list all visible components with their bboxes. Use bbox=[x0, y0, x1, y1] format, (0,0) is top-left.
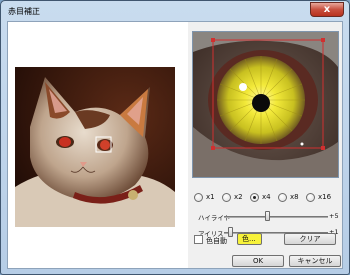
iris-slider-thumb[interactable] bbox=[228, 227, 233, 237]
zoom-preview[interactable] bbox=[192, 31, 339, 178]
color-button[interactable]: 色... bbox=[237, 233, 262, 245]
title-bar[interactable]: 赤目補正 x bbox=[1, 1, 349, 21]
zoom-option-label: x1 bbox=[206, 193, 215, 201]
ok-button[interactable]: OK bbox=[232, 255, 284, 267]
radio-icon[interactable] bbox=[278, 193, 287, 202]
radio-icon[interactable] bbox=[250, 193, 259, 202]
radio-icon[interactable] bbox=[306, 193, 315, 202]
highlight-slider-track[interactable] bbox=[224, 216, 328, 218]
zoom-option-label: x2 bbox=[234, 193, 243, 201]
clear-button[interactable]: クリア bbox=[284, 233, 336, 245]
cat-image bbox=[15, 67, 175, 227]
cancel-button[interactable]: キャンセル bbox=[289, 255, 341, 267]
zoom-option-label: x16 bbox=[318, 193, 332, 201]
auto-color-checkbox[interactable] bbox=[194, 235, 203, 244]
zoom-option-label: x4 bbox=[262, 193, 271, 201]
dialog-body: x1 x2 x4 x8 x16 ハイライト +5 アイリス +1 色自動 色..… bbox=[7, 21, 343, 269]
eye-closeup-image bbox=[193, 32, 338, 177]
highlight-value: +5 bbox=[329, 212, 339, 220]
radio-icon[interactable] bbox=[194, 193, 203, 202]
highlight-slider-thumb[interactable] bbox=[265, 211, 270, 221]
red-eye-dialog: 赤目補正 x x1 x2 x4 x8 x16 ハイライト +5 アイリス +1 … bbox=[0, 0, 350, 275]
zoom-option-label: x8 bbox=[290, 193, 299, 201]
image-pane bbox=[8, 22, 188, 268]
close-button[interactable]: x bbox=[310, 2, 344, 17]
window-title: 赤目補正 bbox=[8, 7, 40, 16]
zoom-options: x1 x2 x4 x8 x16 bbox=[194, 192, 344, 204]
auto-color-label: 色自動 bbox=[206, 237, 227, 245]
radio-icon[interactable] bbox=[222, 193, 231, 202]
cat-photo[interactable] bbox=[15, 67, 175, 227]
